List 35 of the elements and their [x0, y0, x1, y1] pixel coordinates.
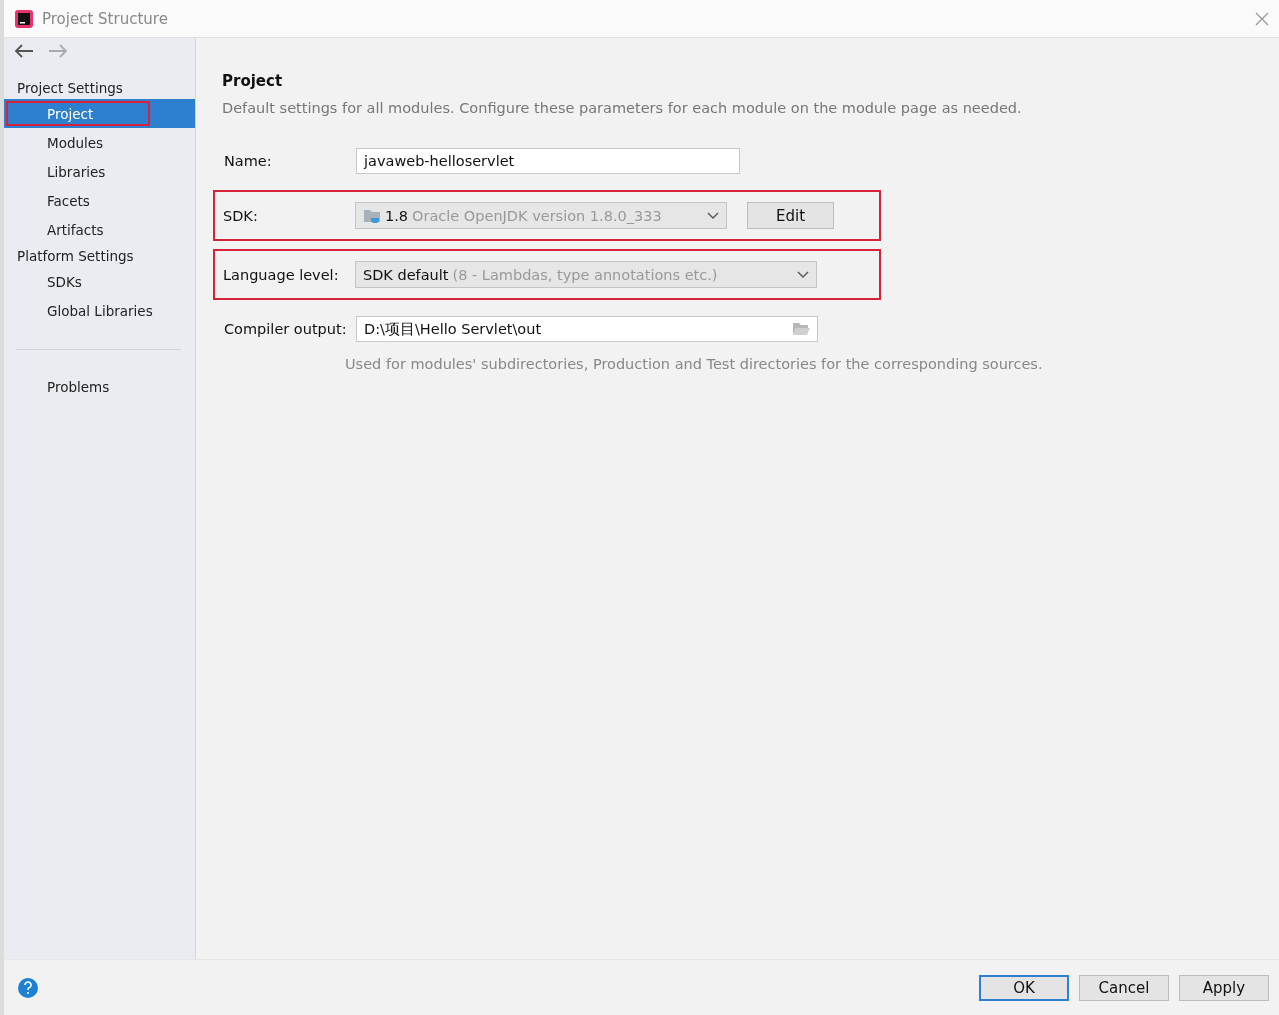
dialog-button[interactable]: Cancel: [1079, 974, 1169, 1001]
chevron-down-icon: [797, 270, 809, 279]
sidebar-item[interactable]: Modules: [4, 128, 195, 157]
forward-arrow-icon[interactable]: [48, 44, 68, 58]
field-label: Language level:: [223, 266, 340, 283]
sidebar-item[interactable]: Global Libraries: [4, 296, 195, 325]
app-logo-icon: [14, 8, 34, 29]
back-arrow-icon[interactable]: [14, 44, 34, 58]
sidebar-item[interactable]: Artifacts: [4, 215, 195, 244]
field-label: Compiler output:: [224, 321, 348, 337]
field-label: Name:: [224, 153, 273, 169]
sidebar-section-header: Platform Settings: [16, 246, 135, 266]
dialog-button[interactable]: OK: [979, 974, 1069, 1001]
path-field[interactable]: D:\项目\Hello Servlet\out: [356, 316, 818, 342]
sidebar-item[interactable]: Project: [4, 99, 195, 128]
edit-button[interactable]: Edit: [747, 202, 835, 229]
section-description: Default settings for all modules. Configure these parameters for each module on the module page as needed.: [222, 100, 1023, 116]
chevron-down-icon: [707, 211, 719, 220]
sidebar-item[interactable]: Facets: [4, 186, 195, 215]
dropdown[interactable]: SDK default (8 - Lambdas, type annotations etc.): [355, 261, 817, 288]
close-icon[interactable]: [1255, 11, 1269, 26]
dropdown[interactable]: 1.8 Oracle OpenJDK version 1.8.0_333: [355, 202, 727, 229]
window-title: Project Structure: [42, 9, 169, 28]
name-field[interactable]: javaweb-helloservlet: [356, 148, 740, 174]
folder-icon[interactable]: [792, 322, 810, 336]
sidebar-item[interactable]: Libraries: [4, 157, 195, 186]
sidebar-item[interactable]: SDKs: [4, 267, 195, 296]
sidebar-section-header: Project Settings: [16, 78, 124, 98]
section-title: Project: [222, 72, 284, 90]
dialog-button[interactable]: Apply: [1179, 974, 1269, 1001]
folder-icon: [363, 207, 381, 224]
help-icon[interactable]: [18, 977, 38, 998]
hint-text: Used for modules' subdirectories, Production and Test directories for the corresponding sources.: [345, 356, 1044, 372]
sidebar-item[interactable]: Problems: [4, 372, 195, 401]
field-label: SDK:: [223, 207, 259, 224]
